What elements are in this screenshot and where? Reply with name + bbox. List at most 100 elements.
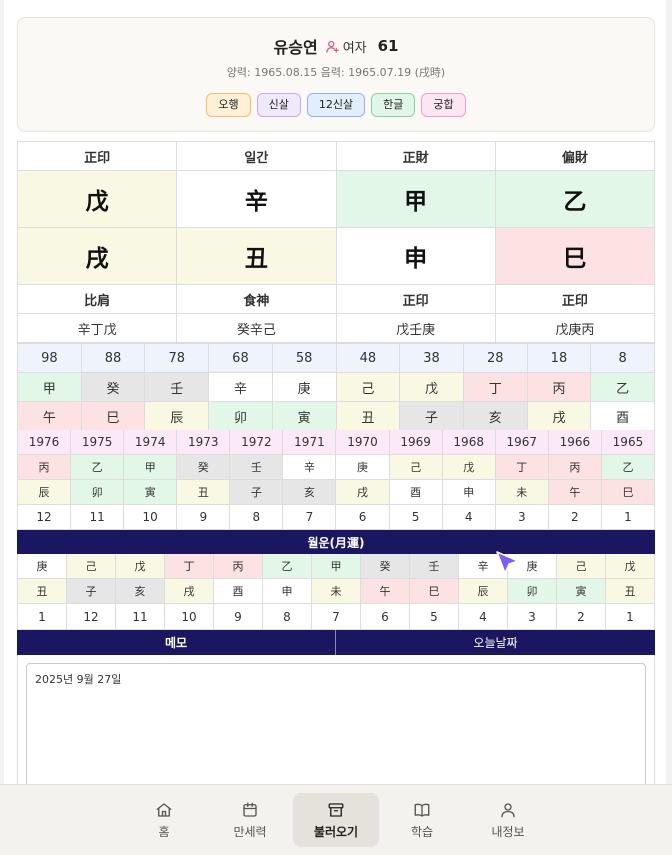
memo-textarea[interactable]: 2025년 9월 27일 [26,663,646,803]
wolun-branch-8[interactable]: 巳 [410,579,459,604]
daewoon-branch-5[interactable]: 丑 [336,402,401,431]
seun-year-4[interactable]: 1972 [230,430,284,455]
daewoon-branch-1[interactable]: 巳 [81,402,146,431]
seun-year-5[interactable]: 1971 [283,430,337,455]
wolun-stem-11[interactable]: 己 [557,554,606,579]
seun-stem-0[interactable]: 丙 [18,455,72,480]
daewoon-branch-3[interactable]: 卯 [209,402,273,431]
nav-item-1[interactable]: 만세력 [207,793,293,847]
tag-button-0[interactable]: 오행 [206,93,251,117]
daewoon-stem-9[interactable]: 乙 [591,373,655,402]
tag-button-4[interactable]: 궁합 [421,93,466,117]
seun-year-3[interactable]: 1973 [177,430,231,455]
seun-year-9[interactable]: 1967 [495,430,549,455]
tag-button-1[interactable]: 신살 [256,93,301,117]
wolun-stem-0[interactable]: 庚 [18,554,67,579]
scrollbar-track[interactable] [666,0,672,790]
daewoon-branch-4[interactable]: 寅 [272,402,337,431]
wolun-stem-4[interactable]: 丙 [214,554,263,579]
seun-branch-5[interactable]: 亥 [283,480,337,505]
daewoon-stem-0[interactable]: 甲 [18,373,82,402]
seun-branch-2[interactable]: 寅 [124,480,178,505]
seun-year-10[interactable]: 1966 [548,430,602,455]
seun-stem-5[interactable]: 辛 [283,455,337,480]
wolun-branch-9[interactable]: 辰 [459,579,508,604]
daewoon-age-5[interactable]: 48 [336,344,401,373]
wolun-stem-8[interactable]: 壬 [410,554,459,579]
daewoon-stem-5[interactable]: 己 [336,373,401,402]
seun-branch-0[interactable]: 辰 [18,480,72,505]
daewoon-stem-1[interactable]: 癸 [81,373,146,402]
daewoon-branch-9[interactable]: 酉 [591,402,655,431]
seun-stem-3[interactable]: 癸 [177,455,231,480]
wolun-branch-2[interactable]: 亥 [116,579,165,604]
seun-stem-2[interactable]: 甲 [124,455,178,480]
seun-stem-7[interactable]: 己 [389,455,443,480]
seun-year-0[interactable]: 1976 [18,430,72,455]
seun-branch-1[interactable]: 卯 [71,480,125,505]
seun-branch-11[interactable]: 巳 [601,480,655,505]
daewoon-age-2[interactable]: 78 [145,344,210,373]
daewoon-branch-7[interactable]: 亥 [463,402,528,431]
seun-branch-10[interactable]: 午 [548,480,602,505]
daewoon-stem-6[interactable]: 戊 [400,373,464,402]
seun-stem-11[interactable]: 乙 [601,455,655,480]
seun-branch-8[interactable]: 申 [442,480,496,505]
wolun-stem-1[interactable]: 己 [67,554,116,579]
seun-stem-1[interactable]: 乙 [71,455,125,480]
seun-branch-7[interactable]: 酉 [389,480,443,505]
seun-year-8[interactable]: 1968 [442,430,496,455]
daewoon-stem-2[interactable]: 壬 [145,373,210,402]
nav-item-3[interactable]: 학습 [379,793,465,847]
seun-year-2[interactable]: 1974 [124,430,178,455]
daewoon-age-4[interactable]: 58 [272,344,337,373]
seun-stem-10[interactable]: 丙 [548,455,602,480]
seun-stem-9[interactable]: 丁 [495,455,549,480]
daewoon-stem-3[interactable]: 辛 [209,373,273,402]
daewoon-branch-6[interactable]: 子 [400,402,464,431]
seun-stem-4[interactable]: 壬 [230,455,284,480]
wolun-branch-10[interactable]: 卯 [508,579,557,604]
wolun-stem-3[interactable]: 丁 [165,554,214,579]
daewoon-stem-8[interactable]: 丙 [527,373,592,402]
daewoon-age-7[interactable]: 28 [463,344,528,373]
daewoon-branch-2[interactable]: 辰 [145,402,210,431]
wolun-branch-11[interactable]: 寅 [557,579,606,604]
wolun-stem-6[interactable]: 甲 [312,554,361,579]
wolun-branch-3[interactable]: 戌 [165,579,214,604]
daewoon-age-8[interactable]: 18 [527,344,592,373]
wolun-stem-7[interactable]: 癸 [361,554,410,579]
seun-year-1[interactable]: 1975 [71,430,125,455]
nav-item-0[interactable]: 홈 [121,793,207,847]
daewoon-age-6[interactable]: 38 [400,344,464,373]
daewoon-age-9[interactable]: 8 [591,344,655,373]
daewoon-branch-0[interactable]: 午 [18,402,82,431]
wolun-stem-2[interactable]: 戊 [116,554,165,579]
tag-button-3[interactable]: 한글 [371,93,416,117]
wolun-stem-5[interactable]: 乙 [263,554,312,579]
wolun-branch-6[interactable]: 未 [312,579,361,604]
seun-year-7[interactable]: 1969 [389,430,443,455]
wolun-branch-12[interactable]: 丑 [606,579,655,604]
nav-item-2[interactable]: 불러오기 [293,793,379,847]
daewoon-branch-8[interactable]: 戌 [527,402,592,431]
daewoon-age-3[interactable]: 68 [209,344,273,373]
tag-button-2[interactable]: 12신살 [306,93,366,117]
memo-tab[interactable]: 메모 [17,630,336,655]
wolun-stem-12[interactable]: 戊 [606,554,655,579]
seun-branch-4[interactable]: 子 [230,480,284,505]
seun-year-6[interactable]: 1970 [336,430,390,455]
wolun-branch-0[interactable]: 丑 [18,579,67,604]
wolun-branch-4[interactable]: 酉 [214,579,263,604]
wolun-branch-1[interactable]: 子 [67,579,116,604]
wolun-branch-7[interactable]: 午 [361,579,410,604]
daewoon-age-1[interactable]: 88 [81,344,146,373]
daewoon-age-0[interactable]: 98 [18,344,82,373]
seun-stem-8[interactable]: 戊 [442,455,496,480]
wolun-branch-5[interactable]: 申 [263,579,312,604]
nav-item-4[interactable]: 내정보 [465,793,551,847]
daewoon-stem-7[interactable]: 丁 [463,373,528,402]
daewoon-stem-4[interactable]: 庚 [272,373,337,402]
seun-branch-3[interactable]: 丑 [177,480,231,505]
seun-stem-6[interactable]: 庚 [336,455,390,480]
